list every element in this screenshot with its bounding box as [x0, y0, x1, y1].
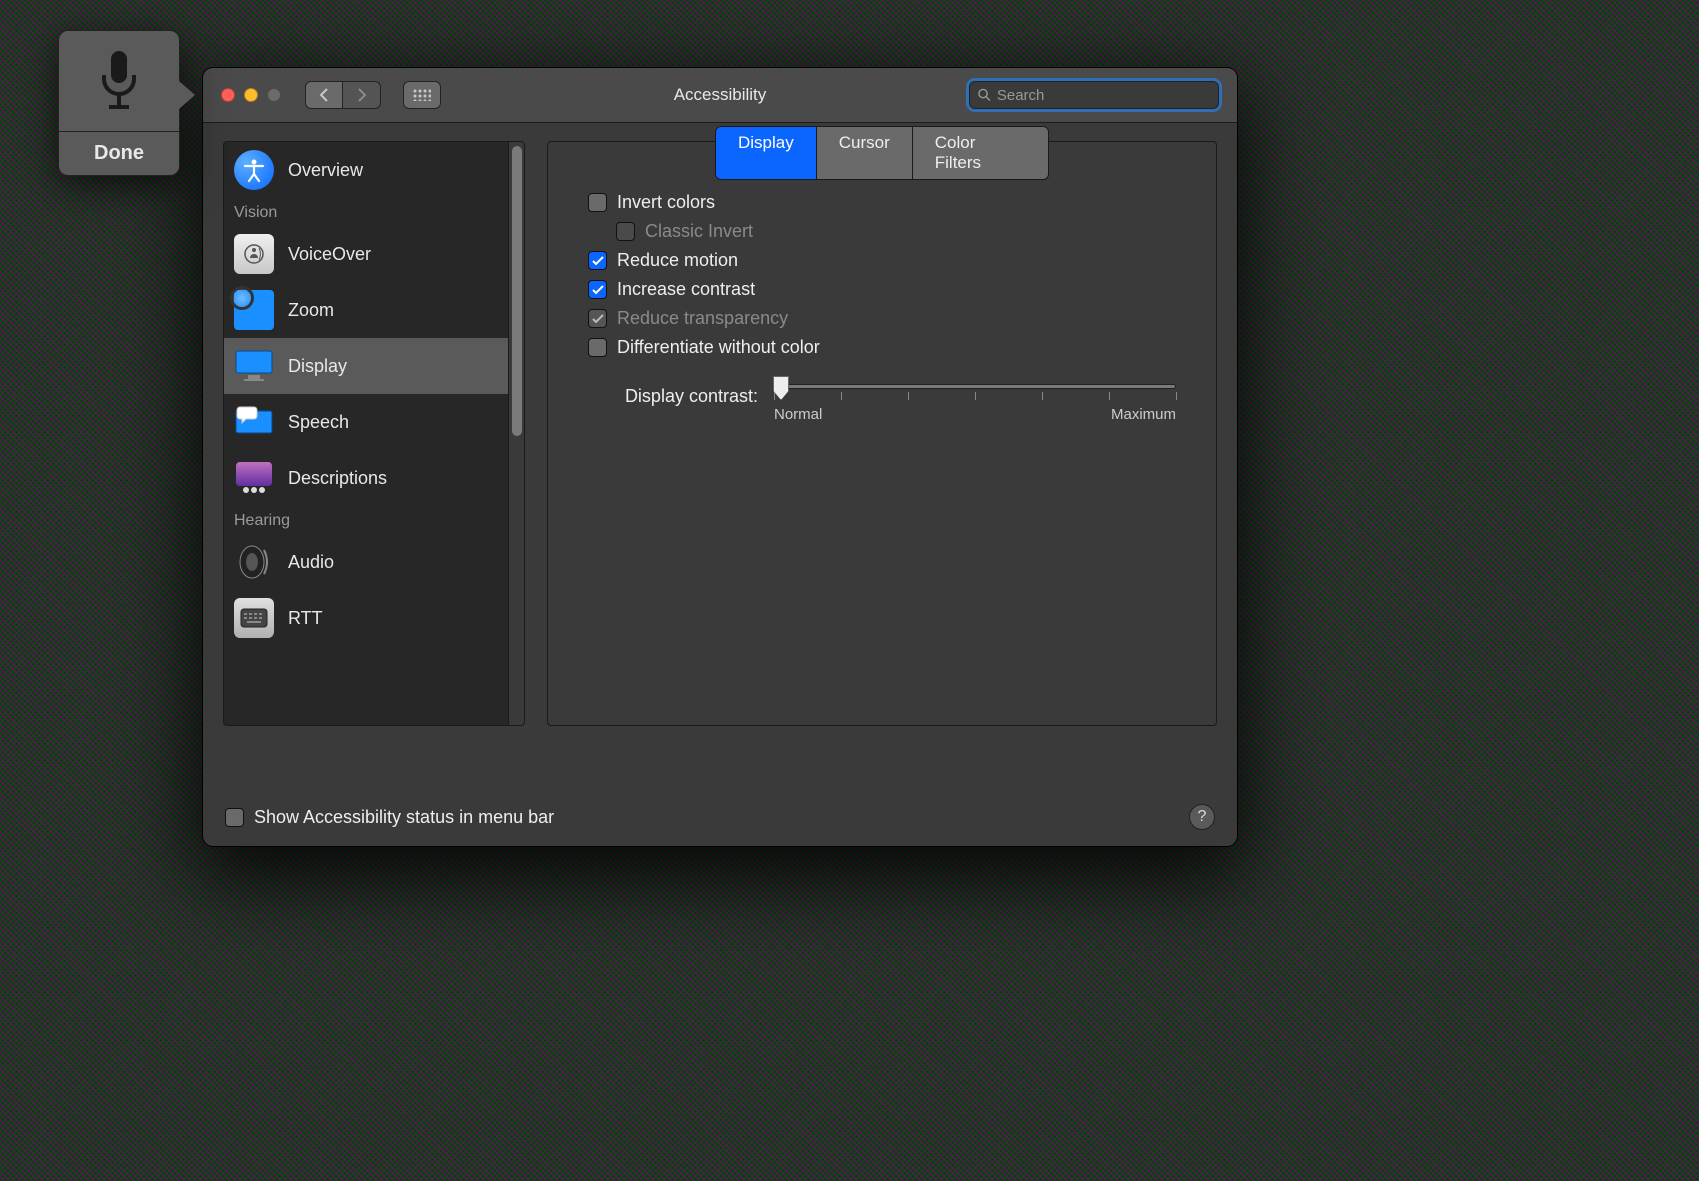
- navigation-buttons: [305, 81, 381, 109]
- display-contrast-slider[interactable]: Normal Maximum: [774, 384, 1176, 423]
- back-button[interactable]: [305, 81, 343, 109]
- dictation-done-button[interactable]: Done: [59, 131, 179, 175]
- scrollbar-thumb[interactable]: [512, 146, 522, 436]
- settings-panel: Display Cursor Color Filters Invert colo…: [547, 141, 1217, 726]
- option-reduce-transparency: Reduce transparency: [588, 308, 1176, 329]
- sidebar-item-label: Descriptions: [288, 468, 387, 489]
- checkbox[interactable]: [588, 193, 607, 212]
- slider-min-label: Normal: [774, 406, 822, 423]
- sidebar-group-vision: Vision: [224, 198, 524, 226]
- sidebar-group-hearing: Hearing: [224, 506, 524, 534]
- tab-bar: Display Cursor Color Filters: [715, 126, 1049, 180]
- option-reduce-motion[interactable]: Reduce motion: [588, 250, 1176, 271]
- slider-scale: Normal Maximum: [774, 406, 1176, 423]
- display-icon: [234, 346, 274, 386]
- sidebar-item-label: Overview: [288, 160, 363, 181]
- sidebar-item-label: Zoom: [288, 300, 334, 321]
- slider-ticks: [774, 392, 1176, 402]
- sidebar-item-voiceover[interactable]: VoiceOver: [224, 226, 524, 282]
- checkbox[interactable]: [225, 808, 244, 827]
- option-invert-colors[interactable]: Invert colors: [588, 192, 1176, 213]
- sidebar-item-label: Audio: [288, 552, 334, 573]
- panel-body: Invert colors Classic Invert Reduce moti…: [548, 142, 1216, 423]
- sidebar-item-rtt[interactable]: RTT: [224, 590, 524, 646]
- traffic-lights: [221, 88, 281, 102]
- category-sidebar: Overview Vision VoiceOver Zoom: [223, 141, 525, 726]
- display-contrast-row: Display contrast: Normal Maximum: [588, 384, 1176, 423]
- tab-color-filters[interactable]: Color Filters: [913, 127, 1048, 179]
- dictation-popup: Done: [58, 30, 180, 176]
- checkbox[interactable]: [588, 251, 607, 270]
- window-minimize-button[interactable]: [244, 88, 258, 102]
- check-icon: [592, 256, 604, 266]
- rtt-icon: [234, 598, 274, 638]
- sidebar-item-label: VoiceOver: [288, 244, 371, 265]
- window-titlebar: Accessibility: [203, 68, 1237, 123]
- tab-cursor[interactable]: Cursor: [817, 127, 913, 179]
- option-label: Classic Invert: [645, 221, 753, 242]
- voiceover-icon: [234, 234, 274, 274]
- tab-display[interactable]: Display: [716, 127, 817, 179]
- sidebar-scrollbar[interactable]: [508, 142, 524, 725]
- option-label: Show Accessibility status in menu bar: [254, 807, 554, 828]
- sidebar-item-label: Display: [288, 356, 347, 377]
- popup-callout-arrow: [179, 81, 195, 109]
- slider-max-label: Maximum: [1111, 406, 1176, 423]
- option-label: Reduce motion: [617, 250, 738, 271]
- checkbox: [588, 309, 607, 328]
- option-label: Reduce transparency: [617, 308, 788, 329]
- sidebar-item-speech[interactable]: Speech: [224, 394, 524, 450]
- search-input[interactable]: [997, 87, 1210, 104]
- search-field[interactable]: [969, 81, 1219, 109]
- sidebar-item-overview[interactable]: Overview: [224, 142, 524, 198]
- checkbox: [616, 222, 635, 241]
- descriptions-icon: [234, 458, 274, 498]
- chevron-left-icon: [319, 88, 329, 102]
- option-label: Differentiate without color: [617, 337, 820, 358]
- search-icon: [978, 88, 991, 102]
- option-label: Increase contrast: [617, 279, 755, 300]
- checkbox[interactable]: [588, 338, 607, 357]
- window-zoom-button[interactable]: [267, 88, 281, 102]
- grid-icon: [413, 89, 431, 101]
- accessibility-icon: [234, 150, 274, 190]
- check-icon: [592, 285, 604, 295]
- speech-icon: [234, 402, 274, 442]
- zoom-icon: [234, 290, 274, 330]
- forward-button[interactable]: [343, 81, 381, 109]
- show-all-button[interactable]: [403, 81, 441, 109]
- sidebar-item-descriptions[interactable]: Descriptions: [224, 450, 524, 506]
- slider-track[interactable]: [774, 384, 1176, 389]
- menu-bar-status-option[interactable]: Show Accessibility status in menu bar: [225, 807, 554, 828]
- sidebar-item-audio[interactable]: Audio: [224, 534, 524, 590]
- option-classic-invert: Classic Invert: [616, 221, 1176, 242]
- chevron-right-icon: [357, 88, 367, 102]
- window-footer: Show Accessibility status in menu bar ?: [203, 788, 1237, 846]
- option-increase-contrast[interactable]: Increase contrast: [588, 279, 1176, 300]
- sidebar-item-label: Speech: [288, 412, 349, 433]
- help-button[interactable]: ?: [1189, 804, 1215, 830]
- option-differentiate-without-color[interactable]: Differentiate without color: [588, 337, 1176, 358]
- sidebar-item-zoom[interactable]: Zoom: [224, 282, 524, 338]
- option-label: Invert colors: [617, 192, 715, 213]
- microphone-icon: [59, 31, 179, 131]
- question-icon: ?: [1198, 808, 1207, 826]
- checkbox[interactable]: [588, 280, 607, 299]
- preferences-window: Accessibility Overview Vision: [203, 68, 1237, 846]
- audio-icon: [234, 542, 274, 582]
- window-content: Overview Vision VoiceOver Zoom: [203, 123, 1237, 788]
- slider-label: Display contrast:: [588, 384, 758, 407]
- sidebar-item-display[interactable]: Display: [224, 338, 524, 394]
- window-close-button[interactable]: [221, 88, 235, 102]
- sidebar-item-label: RTT: [288, 608, 323, 629]
- check-icon: [592, 314, 604, 324]
